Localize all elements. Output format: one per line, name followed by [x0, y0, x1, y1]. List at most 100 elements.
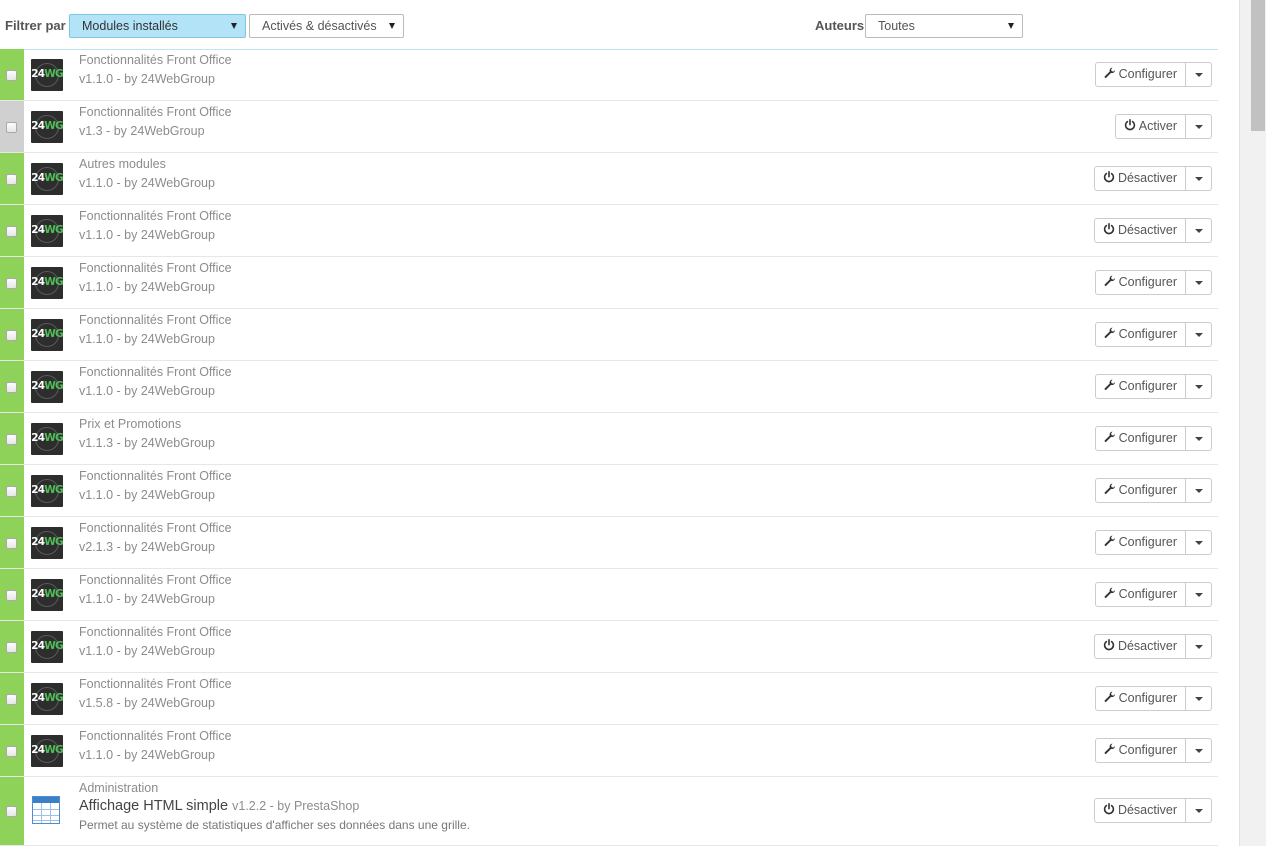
- vertical-scrollbar[interactable]: [1239, 0, 1266, 846]
- module-category: Fonctionnalités Front Office: [79, 677, 232, 691]
- configure-button[interactable]: Configurer: [1094, 582, 1186, 607]
- caret-down-icon: [1195, 809, 1203, 813]
- action-button-label: Désactiver: [1117, 803, 1177, 817]
- modules-list-panel: Filtrer par Modules installés Activés & …: [0, 0, 1218, 846]
- configure-button[interactable]: Configurer: [1094, 530, 1186, 555]
- actions-dropdown-button[interactable]: [1186, 166, 1212, 191]
- module-actions: Configurer: [1094, 582, 1212, 607]
- actions-dropdown-button[interactable]: [1186, 530, 1212, 555]
- power-icon: [1103, 635, 1115, 658]
- action-button-label: Configurer: [1118, 587, 1177, 601]
- module-row: 24WG Fonctionnalités Front Office v1.1.0…: [0, 725, 1218, 777]
- module-version: v1.3 - by 24WebGroup: [79, 124, 205, 138]
- module-checkbox[interactable]: [6, 745, 17, 757]
- actions-dropdown-button[interactable]: [1186, 218, 1212, 243]
- module-type-select[interactable]: Modules installés: [69, 14, 246, 38]
- module-checkbox[interactable]: [6, 589, 17, 601]
- module-row: 24WG Fonctionnalités Front Office v2.1.3…: [0, 517, 1218, 569]
- module-checkbox[interactable]: [6, 381, 17, 393]
- module-checkbox[interactable]: [6, 433, 17, 445]
- module-checkbox[interactable]: [6, 485, 17, 497]
- module-row: Administration Affichage HTML simple v1.…: [0, 777, 1218, 846]
- configure-button[interactable]: Configurer: [1094, 426, 1186, 451]
- authors-select[interactable]: Toutes: [865, 14, 1023, 38]
- module-checkbox[interactable]: [6, 277, 17, 289]
- logo-text: 24WG: [31, 639, 63, 652]
- module-logo: 24WG: [31, 734, 63, 767]
- caret-down-icon: [1195, 385, 1203, 389]
- enable-button[interactable]: Activer: [1114, 114, 1186, 139]
- actions-dropdown-button[interactable]: [1186, 114, 1212, 139]
- module-version: v1.1.0 - by 24WebGroup: [79, 228, 215, 242]
- action-button-label: Configurer: [1118, 483, 1177, 497]
- module-category: Fonctionnalités Front Office: [79, 469, 232, 483]
- module-checkbox[interactable]: [6, 641, 17, 653]
- action-button-label: Configurer: [1118, 379, 1177, 393]
- disable-button[interactable]: Désactiver: [1093, 166, 1186, 191]
- filter-label: Filtrer par: [5, 18, 66, 33]
- configure-button[interactable]: Configurer: [1094, 62, 1186, 87]
- module-checkbox[interactable]: [6, 806, 17, 817]
- module-category: Autres modules: [79, 157, 166, 171]
- configure-button[interactable]: Configurer: [1094, 686, 1186, 711]
- module-row: 24WG Fonctionnalités Front Office v1.1.0…: [0, 309, 1218, 361]
- module-category: Fonctionnalités Front Office: [79, 313, 232, 327]
- module-version: v1.1.0 - by 24WebGroup: [79, 176, 215, 190]
- logo-text: 24WG: [31, 431, 63, 444]
- module-logo: 24WG: [31, 266, 63, 299]
- logo-text: 24WG: [31, 275, 63, 288]
- configure-button[interactable]: Configurer: [1094, 374, 1186, 399]
- caret-down-icon: [1195, 593, 1203, 597]
- configure-button[interactable]: Configurer: [1094, 478, 1186, 503]
- actions-dropdown-button[interactable]: [1186, 478, 1212, 503]
- module-category: Fonctionnalités Front Office: [79, 365, 232, 379]
- disable-button[interactable]: Désactiver: [1093, 798, 1186, 823]
- module-row: 24WG Fonctionnalités Front Office v1.5.8…: [0, 673, 1218, 725]
- module-version: v1.1.0 - by 24WebGroup: [79, 280, 215, 294]
- caret-down-icon: [1195, 73, 1203, 77]
- module-checkbox[interactable]: [6, 225, 17, 237]
- module-logo: 24WG: [31, 58, 63, 91]
- logo-text: 24WG: [31, 223, 63, 236]
- caret-down-icon: [1195, 437, 1203, 441]
- module-logo: 24WG: [31, 370, 63, 403]
- actions-dropdown-button[interactable]: [1186, 426, 1212, 451]
- module-name: Affichage HTML simple v1.2.2 - by Presta…: [79, 798, 359, 814]
- actions-dropdown-button[interactable]: [1186, 322, 1212, 347]
- module-checkbox[interactable]: [6, 173, 17, 185]
- configure-button[interactable]: Configurer: [1094, 322, 1186, 347]
- actions-dropdown-button[interactable]: [1186, 582, 1212, 607]
- actions-dropdown-button[interactable]: [1186, 62, 1212, 87]
- wrench-icon: [1104, 479, 1116, 502]
- module-version: v2.1.3 - by 24WebGroup: [79, 540, 215, 554]
- actions-dropdown-button[interactable]: [1186, 634, 1212, 659]
- module-checkbox[interactable]: [6, 329, 17, 341]
- configure-button[interactable]: Configurer: [1094, 270, 1186, 295]
- module-checkbox[interactable]: [6, 537, 17, 549]
- wrench-icon: [1104, 427, 1116, 450]
- module-actions: Activer: [1114, 114, 1212, 139]
- module-row: 24WG Fonctionnalités Front Office v1.1.0…: [0, 257, 1218, 309]
- module-logo: 24WG: [31, 162, 63, 195]
- logo-text: 24WG: [31, 171, 63, 184]
- module-checkbox[interactable]: [6, 121, 17, 133]
- module-version: v1.1.3 - by 24WebGroup: [79, 436, 215, 450]
- power-icon: [1103, 219, 1115, 242]
- disable-button[interactable]: Désactiver: [1093, 218, 1186, 243]
- disable-button[interactable]: Désactiver: [1093, 634, 1186, 659]
- actions-dropdown-button[interactable]: [1186, 686, 1212, 711]
- actions-dropdown-button[interactable]: [1186, 374, 1212, 399]
- actions-dropdown-button[interactable]: [1186, 798, 1212, 823]
- module-version: v1.1.0 - by 24WebGroup: [79, 748, 215, 762]
- actions-dropdown-button[interactable]: [1186, 270, 1212, 295]
- scrollbar-thumb[interactable]: [1251, 0, 1265, 131]
- module-category: Fonctionnalités Front Office: [79, 53, 232, 67]
- status-select[interactable]: Activés & désactivés: [249, 14, 404, 38]
- module-category: Administration: [79, 781, 159, 795]
- module-checkbox[interactable]: [6, 69, 17, 81]
- configure-button[interactable]: Configurer: [1094, 738, 1186, 763]
- module-actions: Désactiver: [1093, 218, 1212, 243]
- module-logo: 24WG: [31, 474, 63, 507]
- module-checkbox[interactable]: [6, 693, 17, 705]
- actions-dropdown-button[interactable]: [1186, 738, 1212, 763]
